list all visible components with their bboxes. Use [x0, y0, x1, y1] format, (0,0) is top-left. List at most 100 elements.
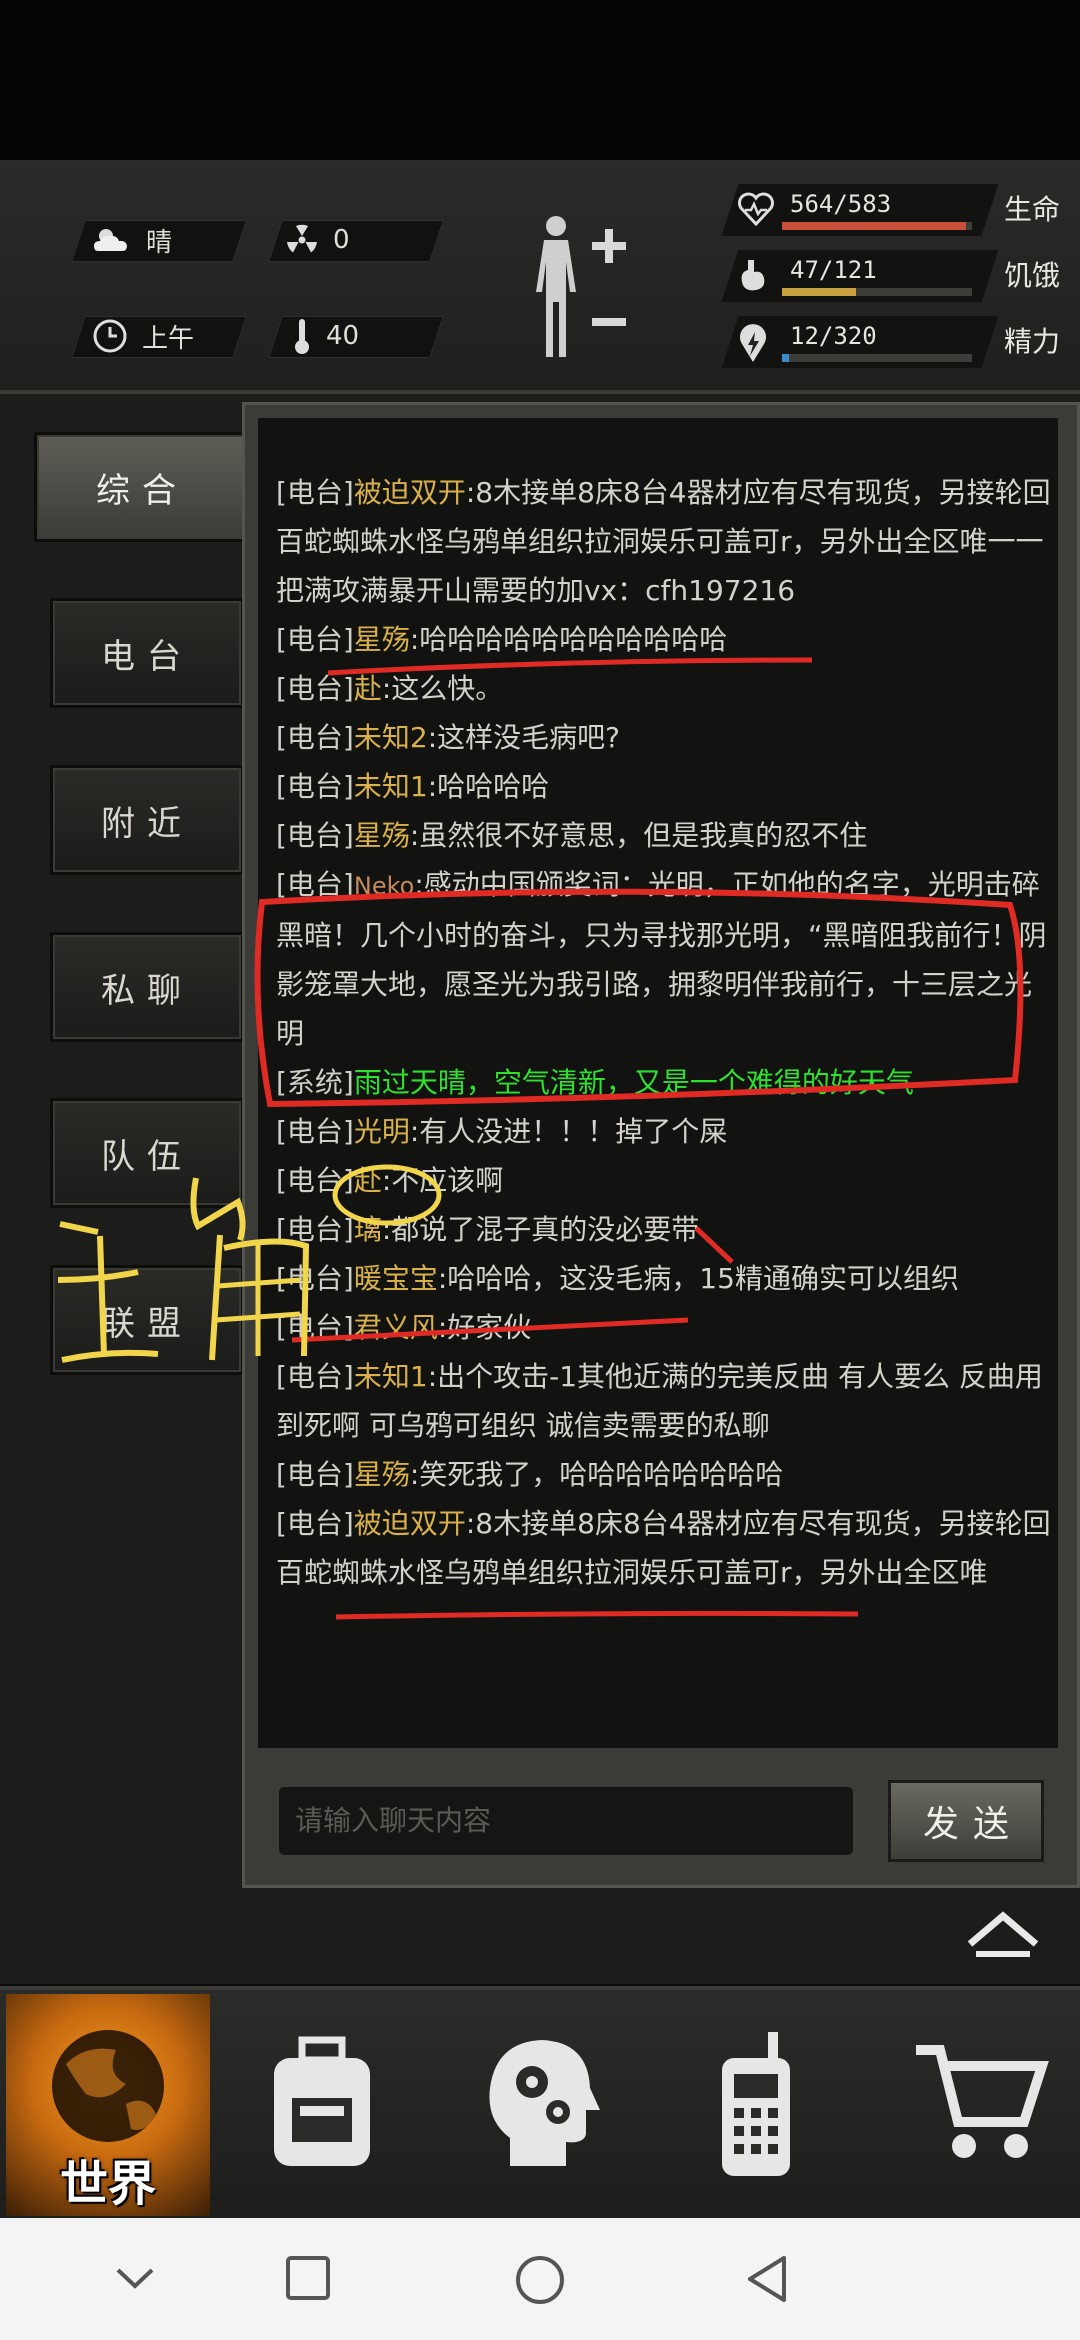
- chat-message: [电台]星殇:笑死我了，哈哈哈哈哈哈哈哈: [276, 1450, 1056, 1499]
- chat-sender-name[interactable]: 被迫双开: [354, 1507, 466, 1540]
- energy-bar-fill: [782, 354, 790, 362]
- chat-log[interactable]: [电台]被迫双开:8木接单8床8台4器材应有尽有现货，另接轮回百蛇蜘蛛水怪乌鸦单…: [258, 418, 1058, 1748]
- chat-message-text: :哈哈哈哈: [427, 770, 550, 803]
- back-triangle-icon[interactable]: [744, 2254, 790, 2304]
- cloud-sun-icon: [92, 225, 132, 255]
- energy-stat: 12/320 精力: [721, 316, 1070, 380]
- chat-message-text: :这么快。: [381, 672, 504, 705]
- radiation-indicator: 0: [285, 220, 350, 260]
- skills-head-icon: [489, 2040, 600, 2166]
- tab-alliance[interactable]: 联盟: [50, 1265, 244, 1375]
- recents-square-icon[interactable]: [284, 2254, 332, 2302]
- system-message-text: 雨过天晴，空气清新，又是一个难得的好天气: [353, 1066, 914, 1099]
- chat-sender-name[interactable]: 未知1: [354, 1360, 428, 1393]
- chat-sender-name[interactable]: 赴: [354, 672, 382, 705]
- radiation-icon: [285, 223, 319, 257]
- time-text: 上午: [142, 323, 195, 354]
- hunger-label: 饥饿: [1003, 259, 1060, 292]
- chat-channel-tag: [电台]: [276, 1262, 354, 1295]
- health-bar-fill: [782, 222, 966, 230]
- chat-message: [电台]未知1:出个攻击-1其他近满的完美反曲 有人要么 反曲用到死啊 可乌鸦可…: [276, 1352, 1056, 1450]
- chat-sender-name[interactable]: 星殇: [354, 819, 410, 852]
- chat-message-text: :都说了混子真的没必要带: [381, 1213, 700, 1246]
- chat-sender-name[interactable]: 璃: [354, 1213, 382, 1246]
- scroll-up-button[interactable]: [966, 1908, 1040, 1962]
- nav-radio-button[interactable]: [706, 2030, 806, 2184]
- chat-sender-name[interactable]: 赴: [354, 1164, 382, 1197]
- energy-value: 12/320: [790, 322, 877, 350]
- weather-indicator: 晴: [92, 220, 172, 260]
- human-body-icon: [536, 216, 626, 357]
- bottom-nav: 世界: [0, 1986, 1080, 2222]
- hunger-stat: 47/121 饥饿: [721, 250, 1070, 314]
- chat-sender-name[interactable]: 星殇: [354, 1458, 410, 1491]
- tab-private[interactable]: 私聊: [50, 932, 244, 1042]
- chat-message: [电台]Neko:感动中国颁奖词：光明，正如他的名字，光明击碎黑暗！几个小时的奋…: [276, 860, 1056, 1058]
- temperature-indicator: 40: [292, 316, 359, 356]
- tab-radio[interactable]: 电台: [50, 598, 244, 708]
- nav-skills-button[interactable]: [480, 2030, 600, 2174]
- radiation-value: 0: [333, 225, 350, 255]
- chat-message: [电台]赴:这么快。: [276, 664, 1056, 713]
- hud-bar: 晴 0 上午 40 564/583 生命 47/121 饥饿 12/320 精力: [0, 160, 1080, 394]
- chat-channel-tag: [电台]: [276, 1360, 354, 1393]
- energy-bolt-icon: [738, 324, 768, 368]
- chat-message-text: :笑死我了，哈哈哈哈哈哈哈哈: [409, 1458, 784, 1491]
- chat-message: [电台]暖宝宝:哈哈哈，这没毛病，15精通确实可以组织: [276, 1254, 1056, 1303]
- chat-channel-tag: [电台]: [276, 868, 354, 901]
- chat-channel-tag: [电台]: [276, 721, 354, 754]
- nav-world-button[interactable]: 世界: [6, 1994, 210, 2216]
- hunger-value: 47/121: [790, 256, 877, 284]
- chat-message: [系统]雨过天晴，空气清新，又是一个难得的好天气: [276, 1058, 1056, 1107]
- radio-icon: [722, 2032, 790, 2176]
- nav-backpack-button[interactable]: [262, 2030, 382, 2174]
- time-indicator: 上午: [92, 316, 194, 356]
- chat-sender-name[interactable]: 暖宝宝: [354, 1262, 438, 1295]
- send-button[interactable]: 发送: [888, 1780, 1044, 1862]
- thermometer-icon: [292, 317, 312, 355]
- chat-sender-name[interactable]: Neko: [354, 872, 414, 900]
- nav-shop-button[interactable]: [912, 2030, 1052, 2174]
- chat-channel-tag: [电台]: [276, 819, 354, 852]
- chat-channel-tag: [电台]: [276, 623, 354, 656]
- status-bar: [0, 0, 1080, 160]
- chat-message: [电台]未知1:哈哈哈哈: [276, 762, 1056, 811]
- chat-channel-tag: [电台]: [276, 1507, 354, 1540]
- chat-message-text: :哈哈哈，这没毛病，15精通确实可以组织: [437, 1262, 959, 1295]
- heart-icon: [738, 192, 774, 230]
- health-value: 564/583: [790, 190, 892, 218]
- chat-message: [电台]未知2:这样没毛病吧?: [276, 713, 1056, 762]
- chevron-down-icon[interactable]: [112, 2254, 158, 2300]
- chat-channel-tag: [电台]: [276, 770, 354, 803]
- chat-channel-tag: [电台]: [276, 1213, 354, 1246]
- chat-channel-tag: [电台]: [276, 1115, 354, 1148]
- body-status-button[interactable]: [520, 212, 630, 366]
- chat-sender-name[interactable]: 未知2: [354, 721, 428, 754]
- chat-channel-tag: [电台]: [276, 1458, 354, 1491]
- chat-message: [电台]被迫双开:8木接单8床8台4器材应有尽有现货，另接轮回百蛇蜘蛛水怪乌鸦单…: [276, 468, 1056, 615]
- chat-channel-tag: [电台]: [276, 672, 354, 705]
- weather-text: 晴: [146, 227, 173, 258]
- chat-sender-name[interactable]: 未知1: [354, 770, 428, 803]
- shop-cart-icon: [916, 2045, 1049, 2158]
- tab-team[interactable]: 队伍: [50, 1098, 244, 1208]
- stomach-icon: [738, 258, 768, 298]
- health-label: 生命: [1003, 193, 1060, 226]
- chat-message: [电台]赴:不应该啊: [276, 1156, 1056, 1205]
- tab-nearby[interactable]: 附近: [50, 765, 244, 875]
- tab-general[interactable]: 综合: [34, 432, 250, 542]
- chat-message: [电台]君义风:好家伙: [276, 1303, 1056, 1352]
- chat-message: [电台]星殇:哈哈哈哈哈哈哈哈哈哈哈: [276, 615, 1056, 664]
- chat-message-text: :有人没进！！！掉了个屎: [409, 1115, 728, 1148]
- chat-message: [电台]璃:都说了混子真的没必要带: [276, 1205, 1056, 1254]
- chat-sender-name[interactable]: 被迫双开: [354, 476, 466, 509]
- chat-sender-name[interactable]: 君义风: [354, 1311, 438, 1344]
- chat-sender-name[interactable]: 星殇: [354, 623, 410, 656]
- home-circle-icon[interactable]: [514, 2254, 566, 2306]
- chat-channel-tag: [系统]: [276, 1066, 354, 1099]
- chat-channel-tag: [电台]: [276, 1311, 354, 1344]
- chat-input[interactable]: 请输入聊天内容: [276, 1784, 856, 1858]
- chat-sender-name[interactable]: 光明: [354, 1115, 410, 1148]
- hunger-bar-fill: [782, 288, 856, 296]
- chat-message: [电台]星殇:虽然很不好意思，但是我真的忍不住: [276, 811, 1056, 860]
